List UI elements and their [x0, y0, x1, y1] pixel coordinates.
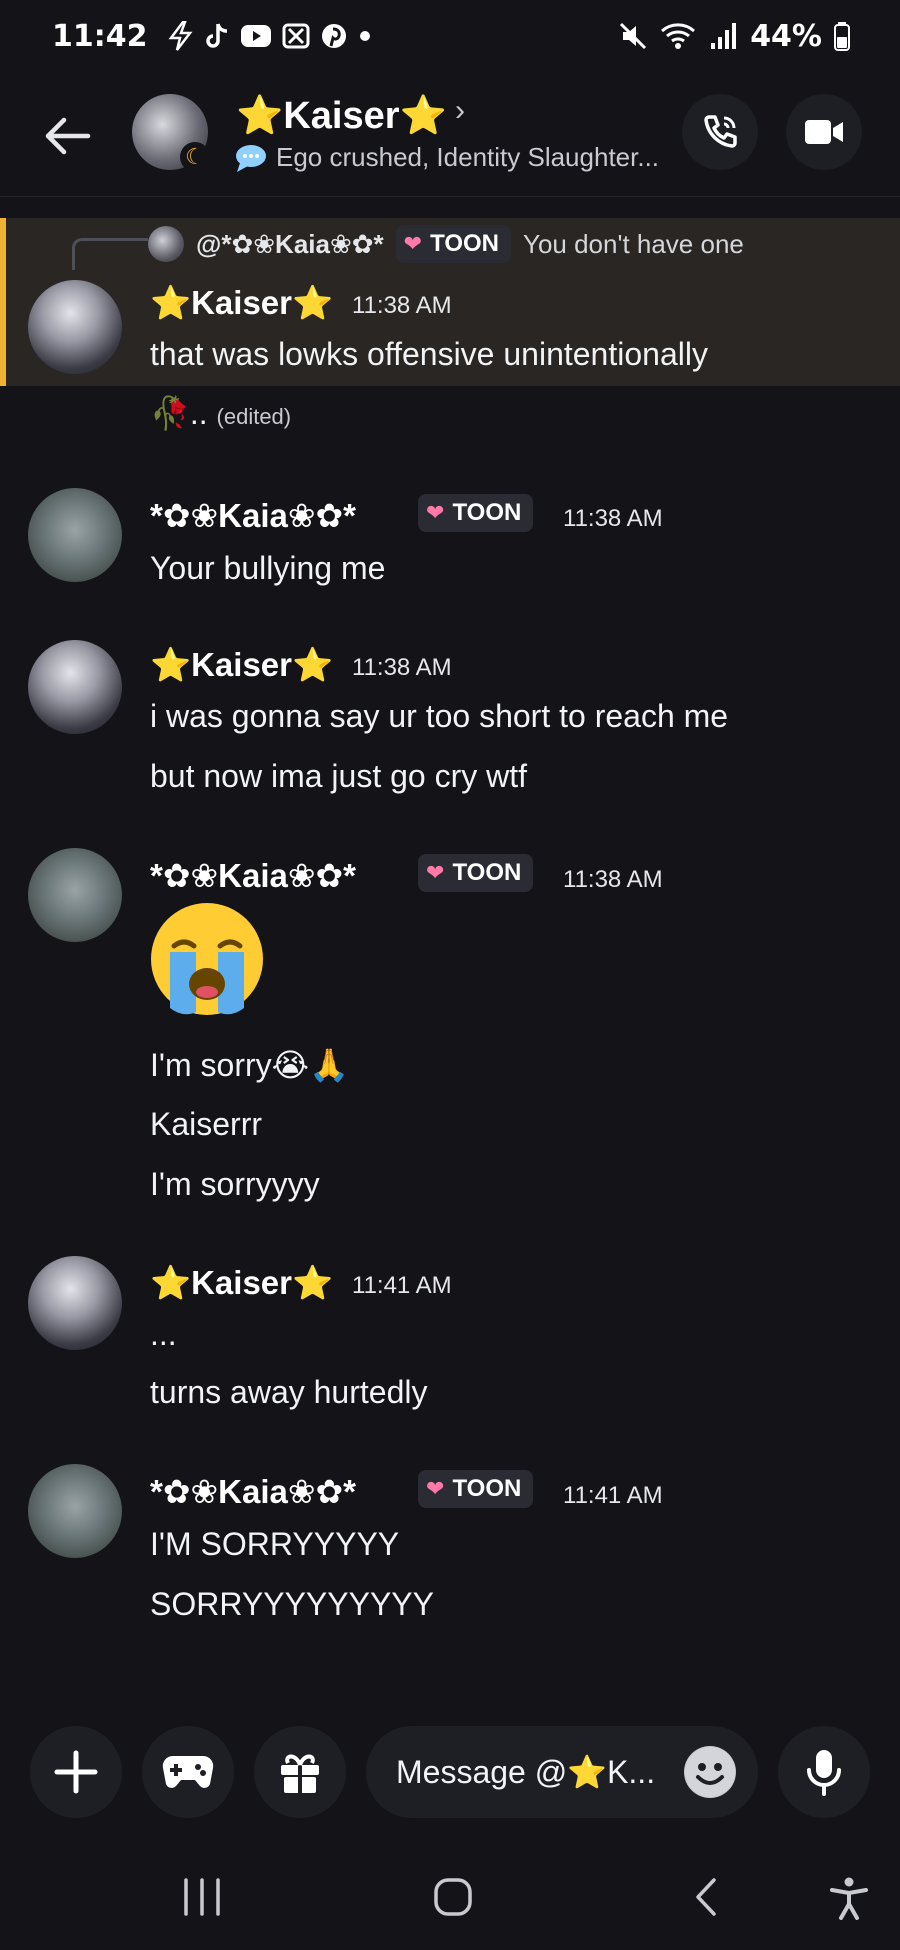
game-controller-icon [162, 1755, 214, 1788]
heart-icon: ❤ [426, 860, 445, 885]
recent-apps-icon[interactable] [180, 1876, 224, 1918]
message-text[interactable]: that was lowks offensive unintentionally [150, 336, 708, 373]
custom-status: Ego crushed, Identity Slaughter... [234, 142, 659, 173]
tiktok-icon [205, 23, 227, 48]
pinterest-icon [321, 24, 346, 48]
message-author[interactable]: *✿❀Kaia❀✿* [150, 856, 356, 895]
chat-header: ☾ ⭐Kaiser⭐ › Ego crushed, Identity Slaug… [0, 72, 900, 197]
status-bar: 11:42 44% [0, 0, 900, 72]
reply-snippet: You don't have one [523, 228, 744, 259]
reply-author: @*✿❀Kaia❀✿* [196, 228, 384, 259]
message-timestamp: 11:38 AM [352, 654, 452, 681]
status-text: Ego crushed, Identity Slaughter... [276, 142, 660, 172]
message-timestamp: 11:41 AM [352, 1272, 452, 1299]
message-author[interactable]: *✿❀Kaia❀✿* [150, 496, 356, 535]
home-icon[interactable] [432, 1876, 474, 1918]
message-author[interactable]: ⭐Kaiser⭐ [150, 646, 333, 685]
message-text[interactable]: I'M SORRYYYYY [150, 1526, 399, 1563]
avatar[interactable] [28, 488, 122, 582]
video-call-button[interactable] [786, 94, 862, 170]
avatar[interactable] [28, 640, 122, 734]
reply-reference[interactable]: @*✿❀Kaia❀✿* ❤ TOON You don't have one [148, 224, 744, 264]
microphone-icon [807, 1750, 841, 1796]
add-attachment-button[interactable] [30, 1726, 122, 1818]
contact-name[interactable]: ⭐Kaiser⭐ [236, 94, 447, 138]
reply-avatar [148, 226, 184, 262]
message-composer: Message @⭐K... [0, 1722, 900, 1818]
message-text[interactable]: SORRYYYYYYYYY [150, 1586, 434, 1623]
avatar[interactable] [28, 280, 122, 374]
bolt-icon [168, 21, 193, 51]
avatar[interactable] [28, 1256, 122, 1350]
message-text[interactable]: Kaiserrr [150, 1106, 262, 1143]
heart-icon: ❤ [403, 231, 423, 256]
mute-icon [620, 22, 647, 50]
message-text[interactable]: ... [150, 1316, 177, 1353]
message-timestamp: 11:38 AM [563, 866, 663, 893]
chevron-right-icon[interactable]: › [455, 94, 465, 128]
voice-message-button[interactable] [778, 1726, 870, 1818]
server-tag: ❤ TOON [418, 854, 534, 892]
dot-icon [359, 31, 370, 41]
back-arrow-icon[interactable] [38, 108, 94, 164]
gift-icon [281, 1754, 319, 1793]
loudly-crying-emoji-icon[interactable] [148, 900, 266, 1018]
message-timestamp: 11:38 AM [563, 505, 663, 532]
server-tag: ❤ TOON [418, 494, 534, 532]
emoji-picker-icon[interactable] [684, 1746, 736, 1798]
message-text[interactable]: turns away hurtedly [150, 1374, 427, 1411]
avatar[interactable] [28, 848, 122, 942]
message-text[interactable]: i was gonna say ur too short to reach me [150, 698, 728, 735]
message-placeholder: Message @⭐K... [396, 1754, 656, 1790]
server-tag: ❤ TOON [418, 1470, 534, 1508]
message-text[interactable]: I'm sorry😭🙏 [150, 1046, 349, 1084]
notification-icons [168, 21, 372, 51]
speech-bubble-icon [236, 144, 266, 172]
activities-button[interactable] [142, 1726, 234, 1818]
message-author[interactable]: ⭐Kaiser⭐ [150, 284, 333, 323]
heart-icon: ❤ [426, 500, 445, 525]
signal-icon [711, 23, 737, 49]
status-time: 11:42 [52, 18, 148, 54]
message-timestamp: 11:41 AM [563, 1482, 663, 1509]
battery-icon [834, 22, 850, 51]
heart-icon: ❤ [426, 1476, 445, 1501]
idle-moon-icon: ☾ [180, 142, 210, 172]
system-nav-bar [0, 1850, 900, 1950]
message-author[interactable]: ⭐Kaiser⭐ [150, 1264, 333, 1303]
message-text[interactable]: but now ima just go cry wtf [150, 758, 527, 795]
phone-icon [704, 115, 737, 148]
wifi-icon [661, 23, 696, 49]
edited-label: (edited) [216, 404, 292, 429]
reply-connector [72, 238, 148, 270]
message-text[interactable]: I'm sorryyyy [150, 1166, 320, 1203]
message-timestamp: 11:38 AM [352, 292, 452, 319]
youtube-icon [240, 25, 271, 47]
avatar[interactable] [28, 1464, 122, 1558]
gift-button[interactable] [254, 1726, 346, 1818]
message-text[interactable]: Your bullying me [150, 550, 385, 587]
accessibility-icon[interactable] [828, 1876, 870, 1920]
x-icon [282, 23, 309, 49]
voice-call-button[interactable] [682, 94, 758, 170]
message-author[interactable]: *✿❀Kaia❀✿* [150, 1472, 356, 1511]
video-camera-icon [805, 120, 843, 144]
server-tag: ❤ TOON [395, 225, 511, 263]
nav-back-icon[interactable] [690, 1876, 722, 1918]
message-input[interactable]: Message @⭐K... [366, 1726, 758, 1818]
plus-icon [54, 1750, 98, 1794]
battery-percent: 44% [750, 18, 822, 54]
message-text[interactable]: 🥀.. (edited) [150, 394, 291, 432]
